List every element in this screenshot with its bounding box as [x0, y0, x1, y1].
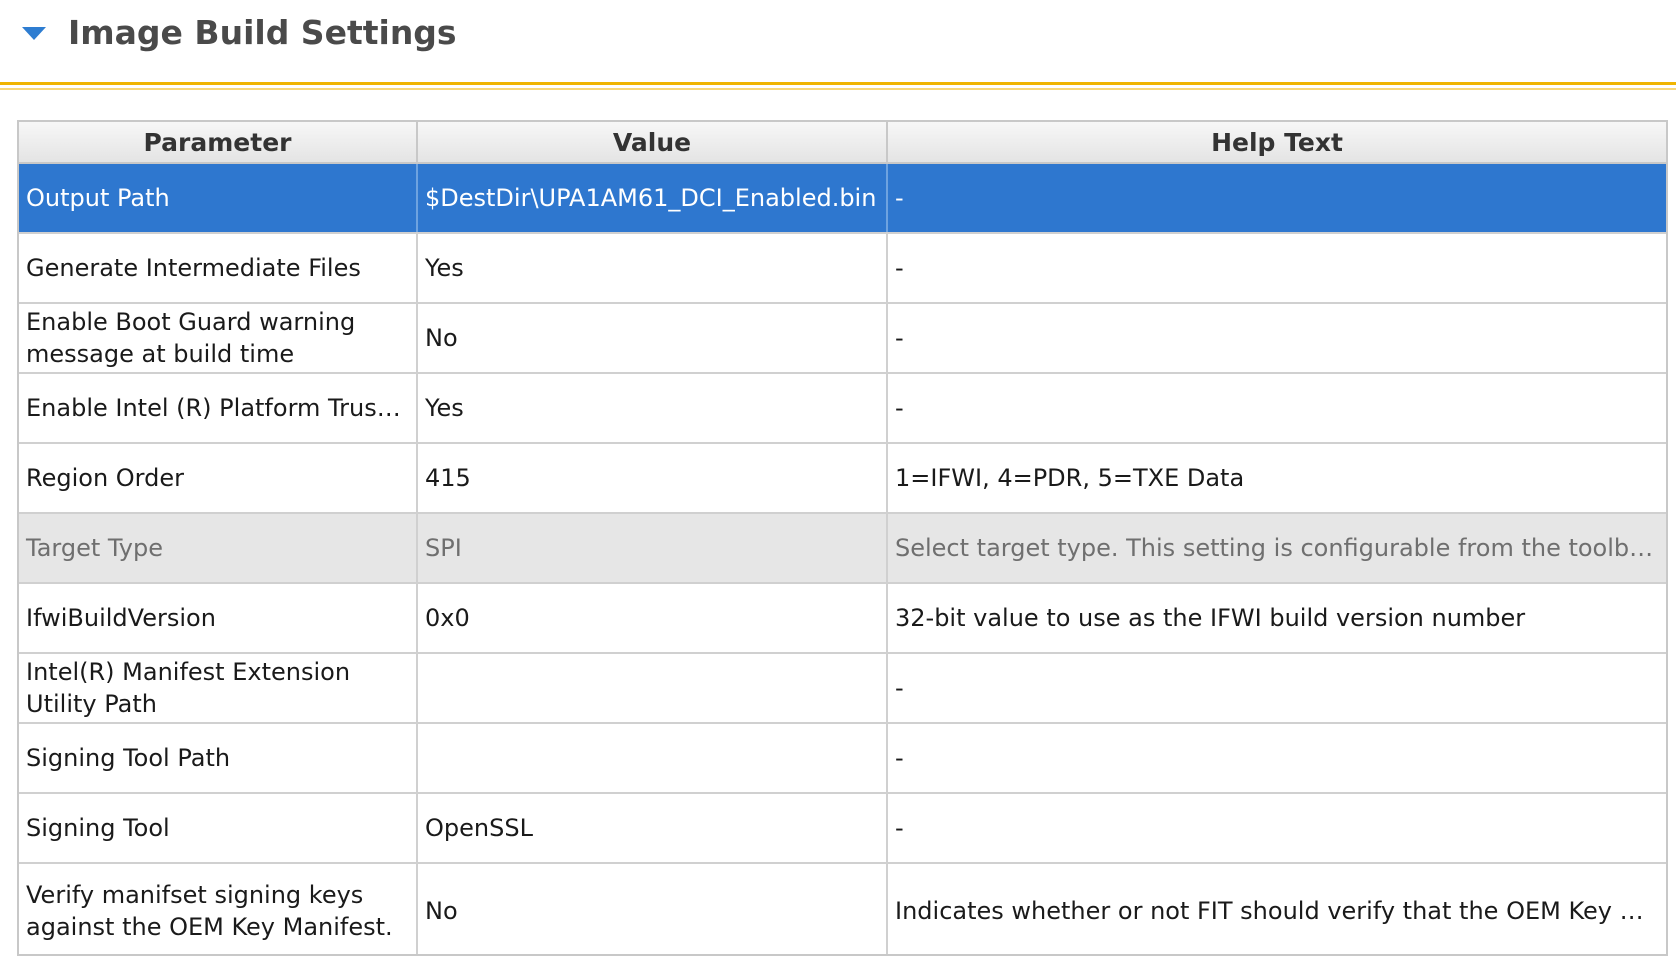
column-header-value[interactable]: Value [417, 122, 888, 164]
section-title: Image Build Settings [68, 13, 457, 52]
value-cell[interactable]: No [417, 863, 888, 954]
table-row-output-path[interactable]: Output Path $DestDir\UPA1AM61_DCI_Enable… [19, 163, 1666, 234]
table-row-ifwi-build-version[interactable]: IfwiBuildVersion 0x0 32-bit value to use… [19, 583, 1666, 654]
table-row-target-type[interactable]: Target Type SPI Select target type. This… [19, 513, 1666, 584]
table-row-enable-boot-guard-warning[interactable]: Enable Boot Guard warning message at bui… [19, 303, 1666, 374]
parameter-cell[interactable]: Target Type [19, 513, 418, 584]
help-text-cell: - [887, 793, 1666, 864]
section-header[interactable]: Image Build Settings [0, 0, 1676, 70]
parameter-cell[interactable]: Signing Tool Path [19, 723, 418, 794]
parameter-cell[interactable]: Intel(R) Manifest Extension Utility Path [19, 653, 418, 724]
help-text-cell: - [887, 373, 1666, 444]
table-row-manifest-extension-utility-path[interactable]: Intel(R) Manifest Extension Utility Path… [19, 653, 1666, 724]
triangle-down-icon[interactable] [22, 27, 46, 40]
value-cell[interactable]: 0x0 [417, 583, 888, 654]
section-divider-shadow [0, 88, 1676, 90]
help-text-cell: - [887, 163, 1666, 234]
value-cell[interactable]: 415 [417, 443, 888, 514]
parameter-cell[interactable]: Generate Intermediate Files [19, 233, 418, 304]
help-text-cell: - [887, 303, 1666, 374]
settings-grid: Parameter Value Help Text Output Path $D… [17, 120, 1668, 956]
help-text-cell: 32-bit value to use as the IFWI build ve… [887, 583, 1666, 654]
help-text-cell: - [887, 723, 1666, 794]
table-row-signing-tool[interactable]: Signing Tool OpenSSL - [19, 793, 1666, 864]
value-cell[interactable]: SPI [417, 513, 888, 584]
parameter-cell[interactable]: Region Order [19, 443, 418, 514]
table-row-enable-platform-trust[interactable]: Enable Intel (R) Platform Trust ... Yes … [19, 373, 1666, 444]
table-row-region-order[interactable]: Region Order 415 1=IFWI, 4=PDR, 5=TXE Da… [19, 443, 1666, 514]
value-cell[interactable]: No [417, 303, 888, 374]
value-cell[interactable] [417, 653, 888, 724]
value-cell[interactable]: OpenSSL [417, 793, 888, 864]
parameter-cell[interactable]: Verify manifset signing keys against the… [19, 863, 418, 954]
parameter-cell[interactable]: Enable Intel (R) Platform Trust ... [19, 373, 418, 444]
value-cell[interactable] [417, 723, 888, 794]
table-row-verify-signing-keys[interactable]: Verify manifset signing keys against the… [19, 863, 1666, 954]
value-cell[interactable]: Yes [417, 233, 888, 304]
settings-table: Parameter Value Help Text Output Path $D… [19, 122, 1666, 954]
parameter-cell[interactable]: Signing Tool [19, 793, 418, 864]
table-row-generate-intermediate-files[interactable]: Generate Intermediate Files Yes - [19, 233, 1666, 304]
parameter-cell[interactable]: Enable Boot Guard warning message at bui… [19, 303, 418, 374]
help-text-cell: - [887, 233, 1666, 304]
column-header-help-text[interactable]: Help Text [887, 122, 1666, 164]
help-text-cell: 1=IFWI, 4=PDR, 5=TXE Data [887, 443, 1666, 514]
parameter-cell[interactable]: Output Path [19, 163, 418, 234]
help-text-cell: Select target type. This setting is conf… [887, 513, 1666, 584]
value-cell[interactable]: $DestDir\UPA1AM61_DCI_Enabled.bin [417, 163, 888, 234]
help-text-cell: Indicates whether or not FIT should veri… [887, 863, 1666, 954]
column-header-parameter[interactable]: Parameter [19, 122, 418, 164]
section-divider [0, 82, 1676, 85]
parameter-cell[interactable]: IfwiBuildVersion [19, 583, 418, 654]
help-text-cell: - [887, 653, 1666, 724]
table-row-signing-tool-path[interactable]: Signing Tool Path - [19, 723, 1666, 794]
value-cell[interactable]: Yes [417, 373, 888, 444]
